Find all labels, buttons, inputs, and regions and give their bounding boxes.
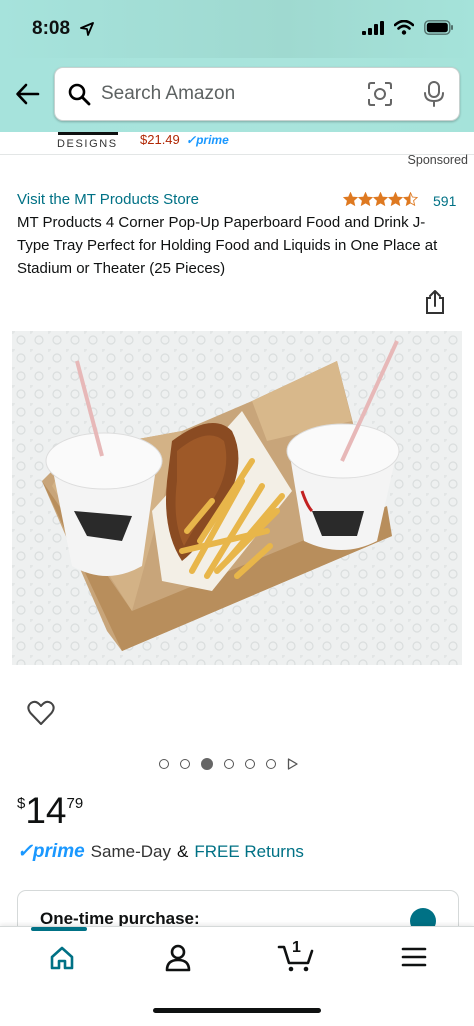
product-title: MT Products 4 Corner Pop-Up Paperboard F… — [17, 214, 438, 277]
active-tab-indicator — [31, 927, 87, 931]
rating-count-link[interactable]: 591 — [433, 193, 456, 209]
product-price: $1479 — [17, 790, 83, 832]
search-placeholder: Search Amazon — [101, 83, 236, 104]
carousel-dot[interactable] — [245, 759, 255, 769]
carousel-dot[interactable] — [180, 759, 190, 769]
heart-icon[interactable] — [27, 700, 55, 726]
play-triangle-icon[interactable] — [287, 758, 298, 770]
camera-lens-icon[interactable] — [367, 81, 393, 107]
sponsored-label: Sponsored — [407, 153, 468, 167]
designs-underline — [58, 132, 118, 135]
carousel-dot[interactable] — [224, 759, 234, 769]
system-icons — [362, 20, 454, 35]
search-icon — [68, 83, 91, 106]
cart-count: 1 — [292, 939, 301, 956]
search-header: Search Amazon — [0, 58, 474, 132]
sponsored-banner-strip[interactable]: DESIGNS $21.49 ✓prime — [0, 132, 474, 155]
same-day-label: Same-Day — [90, 841, 171, 861]
home-indicator — [153, 1008, 321, 1013]
wifi-icon — [394, 20, 414, 35]
signal-icon — [362, 20, 384, 35]
status-time: 8:08 — [32, 18, 71, 39]
star-icon — [343, 192, 358, 206]
star-rating[interactable] — [343, 192, 418, 206]
star-icon — [358, 192, 373, 206]
microphone-icon[interactable] — [423, 80, 445, 108]
store-link[interactable]: Visit the MT Products Store — [17, 191, 199, 208]
ampersand-label: & — [176, 841, 189, 861]
home-icon[interactable] — [42, 941, 82, 973]
free-returns-link[interactable]: FREE Returns — [194, 842, 304, 862]
menu-icon[interactable] — [394, 941, 434, 973]
designs-label: DESIGNS — [57, 138, 118, 150]
star-icon — [373, 192, 388, 206]
status-bar: 8:08 — [0, 0, 474, 58]
cart-button[interactable]: 1 — [276, 939, 316, 973]
banner-prime-badge: ✓prime — [186, 133, 229, 147]
star-icon — [388, 192, 403, 206]
back-arrow-icon[interactable] — [14, 80, 42, 108]
price-whole: 14 — [25, 790, 67, 831]
price-currency: $ — [17, 795, 26, 812]
carousel-dot[interactable] — [201, 758, 213, 770]
banner-price: $21.49 — [140, 132, 180, 147]
product-image[interactable] — [12, 331, 462, 665]
battery-icon — [424, 20, 453, 35]
carousel-dot[interactable] — [266, 759, 276, 769]
location-arrow-icon — [80, 22, 94, 36]
search-input[interactable]: Search Amazon — [54, 67, 460, 121]
account-icon[interactable] — [158, 941, 198, 973]
carousel-dot[interactable] — [159, 759, 169, 769]
price-fraction: 79 — [66, 795, 84, 812]
star-icon — [403, 192, 418, 206]
share-icon[interactable] — [424, 289, 446, 315]
product-illustration — [12, 331, 462, 665]
image-carousel-dots[interactable] — [159, 758, 298, 770]
prime-badge: ✓prime — [17, 841, 85, 862]
delivery-info: ✓prime Same-Day & FREE Returns — [17, 840, 304, 863]
